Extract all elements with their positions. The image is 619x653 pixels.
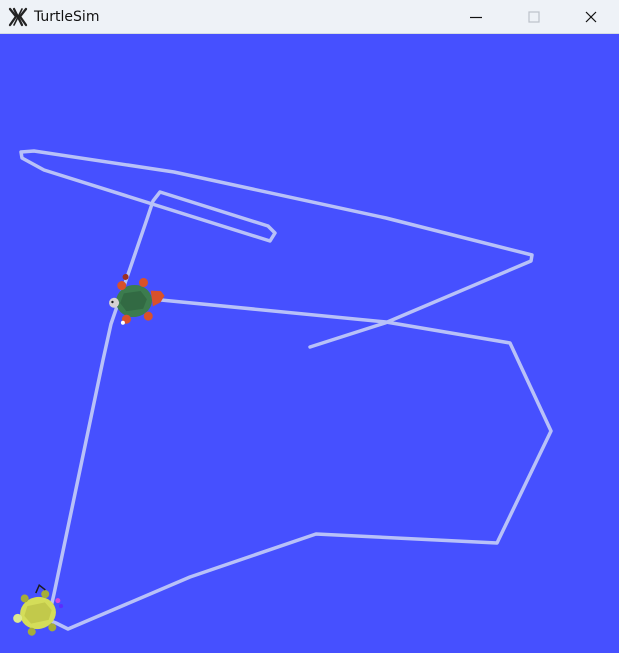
- title-bar[interactable]: TurtleSim: [0, 0, 619, 34]
- minimize-icon: [470, 16, 482, 19]
- turtle-canvas[interactable]: [0, 34, 619, 653]
- close-button[interactable]: [562, 0, 619, 34]
- x-logo-icon: [8, 7, 28, 27]
- close-icon: [585, 11, 597, 23]
- window-title: TurtleSim: [34, 9, 100, 25]
- turtle-canvas-svg: [0, 34, 619, 653]
- maximize-button[interactable]: [505, 0, 563, 34]
- maximize-icon: [528, 11, 540, 23]
- canvas-background: [0, 34, 619, 653]
- turtlesim-window: TurtleSim: [0, 0, 619, 653]
- minimize-button[interactable]: [447, 0, 505, 34]
